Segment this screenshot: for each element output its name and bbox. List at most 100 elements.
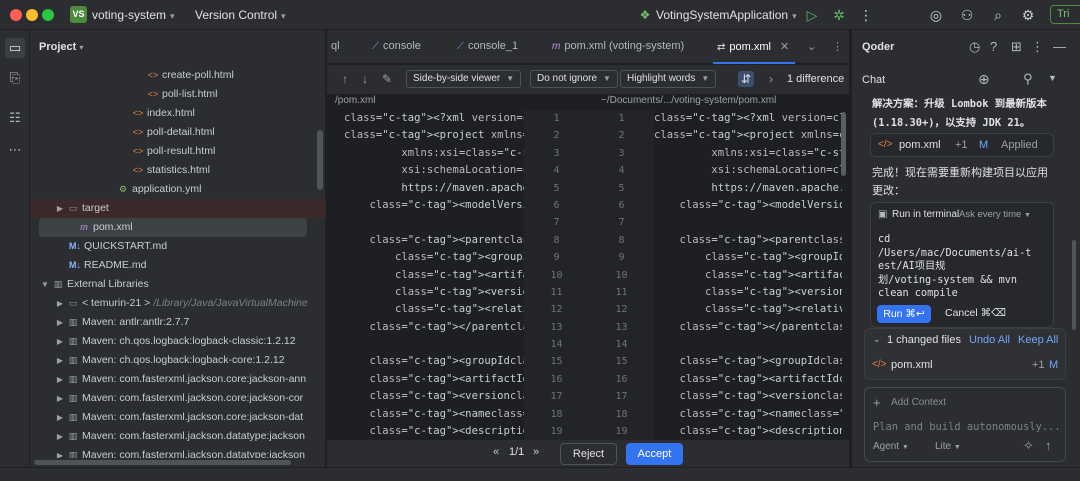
horizontal-scrollbar[interactable] bbox=[34, 460, 291, 465]
highlight-dropdown[interactable]: Highlight words ▼ bbox=[620, 70, 717, 88]
accept-button[interactable]: Accept bbox=[626, 443, 683, 465]
minimize-panel-icon[interactable]: — bbox=[1053, 39, 1066, 54]
chevron-right-icon[interactable]: ▶ bbox=[54, 427, 66, 446]
chevron-down-icon[interactable]: ⌄ bbox=[873, 334, 881, 345]
chevron-right-icon[interactable]: ▶ bbox=[54, 332, 66, 351]
docs-icon[interactable]: ⊞ bbox=[1011, 39, 1022, 55]
chat-input-box[interactable]: + Add Context Plan and build autonomousl… bbox=[864, 387, 1066, 462]
chevron-right-icon[interactable]: ▶ bbox=[54, 389, 66, 408]
tree-item-library[interactable]: ▶ ▥ Maven: antlr:antlr:2.7.7 bbox=[30, 313, 326, 332]
vertical-scrollbar[interactable] bbox=[841, 112, 846, 176]
search-icon[interactable]: ⌕ bbox=[989, 6, 1007, 24]
zoom-window-button[interactable] bbox=[42, 9, 54, 21]
changed-file-name[interactable]: pom.xml bbox=[891, 359, 933, 371]
chevron-right-icon[interactable]: ▶ bbox=[54, 370, 66, 389]
next-difference-icon[interactable]: ↓ bbox=[357, 71, 373, 87]
chevron-right-icon[interactable]: ▶ bbox=[54, 313, 66, 332]
vertical-scrollbar[interactable] bbox=[317, 130, 323, 190]
close-window-button[interactable] bbox=[10, 9, 22, 21]
applied-file-card[interactable]: </> pom.xml +1 M Applied bbox=[870, 133, 1054, 157]
run-icon[interactable]: ▷ bbox=[803, 6, 821, 24]
settings-gear-icon[interactable]: ⚙ bbox=[1019, 6, 1037, 24]
add-context-button[interactable]: Add Context bbox=[891, 397, 946, 408]
tree-item-library[interactable]: ▶ ▥ Maven: com.fasterxml.jackson.core:jack… bbox=[30, 370, 326, 389]
tree-item-readme[interactable]: M↓ README.md bbox=[30, 256, 326, 275]
tree-item-statistics[interactable]: <> statistics.html bbox=[30, 161, 326, 180]
chevron-right-icon[interactable]: ▶ bbox=[54, 351, 66, 370]
tree-item-library[interactable]: ▶ ▥ Maven: ch.qos.logback:logback-core:1.2… bbox=[30, 351, 326, 370]
help-icon[interactable]: ? bbox=[990, 39, 997, 54]
send-icon[interactable]: ↑ bbox=[1045, 438, 1052, 453]
tab-console[interactable]: ⟋ console bbox=[372, 40, 421, 52]
chevron-right-icon[interactable]: ▶ bbox=[54, 446, 66, 458]
model-dropdown[interactable]: Lite ▼ bbox=[935, 441, 961, 452]
account-icon[interactable]: ⚲ bbox=[1023, 71, 1033, 87]
tree-item-application-yml[interactable]: ⚙ application.yml bbox=[30, 180, 326, 199]
undo-all-button[interactable]: Undo All bbox=[969, 334, 1010, 346]
chevron-right-icon[interactable]: › bbox=[763, 71, 779, 87]
run-configuration-selector[interactable]: VotingSystemApplication ▾ bbox=[656, 8, 797, 22]
tree-item-library[interactable]: ▶ ▥ Maven: com.fasterxml.jackson.datatype:… bbox=[30, 446, 326, 458]
tree-item-create-poll[interactable]: <> create-poll.html bbox=[30, 66, 326, 85]
tree-item-jdk[interactable]: ▶ ▭ < temurin-21 > /Library/Java/JavaVirtu… bbox=[30, 294, 326, 313]
tree-item-external-libraries[interactable]: ▼ ▥ External Libraries bbox=[30, 275, 326, 294]
project-folder-icon[interactable]: ▭ bbox=[5, 38, 25, 58]
chevron-down-icon[interactable]: ▼ bbox=[39, 275, 51, 294]
sync-scroll-icon[interactable]: ⇵ bbox=[738, 71, 754, 87]
tree-item-library[interactable]: ▶ ▥ Maven: com.fasterxml.jackson.core:jack… bbox=[30, 389, 326, 408]
tree-item-library[interactable]: ▶ ▥ Maven: ch.qos.logback:logback-classic:… bbox=[30, 332, 326, 351]
close-tab-icon[interactable]: ✕ bbox=[780, 41, 789, 53]
trial-button[interactable]: Tri bbox=[1050, 5, 1080, 24]
ignore-whitespace-dropdown[interactable]: Do not ignore ▼ bbox=[530, 70, 618, 88]
sparkle-icon[interactable]: ✧ bbox=[1023, 438, 1034, 454]
previous-file-icon[interactable]: « bbox=[493, 446, 499, 458]
version-control-menu[interactable]: Version Control ▾ bbox=[195, 8, 286, 22]
left-code-pane[interactable]: class="c-tag"><?xml version=class="c-str… bbox=[344, 110, 524, 460]
chevron-right-icon[interactable]: ▶ bbox=[54, 294, 66, 313]
new-chat-icon[interactable]: ⊕ bbox=[978, 71, 990, 88]
add-user-icon[interactable]: ⚇ bbox=[958, 6, 976, 24]
next-file-icon[interactable]: » bbox=[533, 446, 539, 458]
project-panel-title[interactable]: Project ▾ bbox=[39, 41, 83, 53]
cancel-command-button[interactable]: Cancel ⌘⌫ bbox=[945, 307, 1006, 319]
keep-all-button[interactable]: Keep All bbox=[1018, 334, 1058, 346]
tab-console-1[interactable]: ⟋ console_1 bbox=[457, 40, 518, 52]
previous-difference-icon[interactable]: ↑ bbox=[337, 71, 353, 87]
run-command-button[interactable]: Run ⌘↩ bbox=[877, 305, 931, 323]
reject-button[interactable]: Reject bbox=[560, 443, 617, 465]
tree-item-library[interactable]: ▶ ▥ Maven: com.fasterxml.jackson.datatype:… bbox=[30, 427, 326, 446]
agent-mode-dropdown[interactable]: Agent ▼ bbox=[873, 441, 909, 452]
chat-scrollbar[interactable] bbox=[1072, 240, 1076, 330]
add-context-icon[interactable]: + bbox=[873, 395, 881, 410]
tree-item-index[interactable]: <> index.html bbox=[30, 104, 326, 123]
chevron-down-icon[interactable]: ▼ bbox=[1048, 73, 1057, 83]
tree-item-poll-list[interactable]: <> poll-list.html bbox=[30, 85, 326, 104]
chat-input-placeholder[interactable]: Plan and build autonomously... bbox=[873, 421, 1061, 433]
more-options-icon[interactable]: ⋮ bbox=[1031, 39, 1044, 55]
viewer-mode-dropdown[interactable]: Side-by-side viewer ▼ bbox=[406, 70, 522, 88]
more-actions-icon[interactable]: ⋮ bbox=[857, 6, 875, 24]
tree-item-target[interactable]: ▶ ▭ target bbox=[30, 199, 326, 218]
tree-item-poll-result[interactable]: <> poll-result.html bbox=[30, 142, 326, 161]
tree-item-pom-xml[interactable]: m pom.xml bbox=[39, 218, 307, 237]
tab-chat[interactable]: Chat bbox=[862, 74, 885, 86]
project-switcher[interactable]: voting-system ▾ bbox=[92, 8, 175, 22]
tab-pom-diff[interactable]: ⇄ pom.xml ✕ bbox=[717, 40, 789, 53]
tabs-overflow-icon[interactable]: ⌄ bbox=[807, 40, 816, 53]
terminal-mode-dropdown[interactable]: Ask every time ▼ bbox=[959, 209, 1031, 220]
tree-item-poll-detail[interactable]: <> poll-detail.html bbox=[30, 123, 326, 142]
tree-item-library[interactable]: ▶ ▥ Maven: com.fasterxml.jackson.core:jack… bbox=[30, 408, 326, 427]
tree-item-quickstart[interactable]: M↓ QUICKSTART.md bbox=[30, 237, 326, 256]
history-icon[interactable]: ◷ bbox=[969, 39, 980, 55]
qoder-logo-icon[interactable]: ◎ bbox=[927, 6, 945, 24]
more-tools-icon[interactable]: ⋯ bbox=[5, 140, 25, 160]
tab-ql[interactable]: ql bbox=[331, 40, 340, 52]
chevron-right-icon[interactable]: ▶ bbox=[54, 199, 66, 218]
right-code-pane[interactable]: class="c-tag"><?xml version=class="c-str… bbox=[654, 110, 842, 460]
commit-icon[interactable]: ⎘ bbox=[5, 68, 25, 88]
debug-icon[interactable]: ✲ bbox=[830, 6, 848, 24]
minimize-window-button[interactable] bbox=[26, 9, 38, 21]
structure-icon[interactable]: ☷ bbox=[5, 108, 25, 128]
project-badge[interactable]: VS bbox=[70, 6, 87, 23]
chevron-right-icon[interactable]: ▶ bbox=[54, 408, 66, 427]
